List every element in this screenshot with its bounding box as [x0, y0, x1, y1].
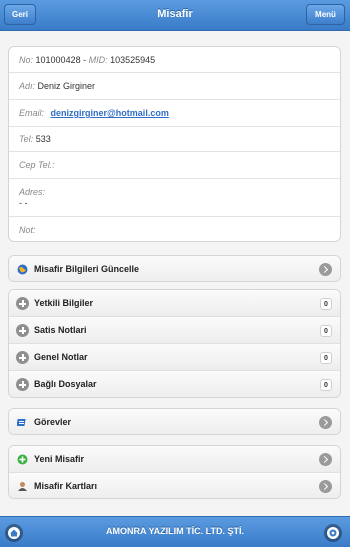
plus-icon: [16, 297, 29, 310]
name-value: Deniz Girginer: [37, 81, 96, 91]
count-badge: 0: [320, 298, 332, 310]
update-guest-label: Misafir Bilgileri Güncelle: [34, 264, 140, 274]
no-value: 101000428: [35, 55, 81, 65]
name-label: Adı:: [19, 81, 36, 91]
section-label: Satis Notlari: [34, 325, 87, 335]
mid-label: MID:: [88, 55, 108, 65]
tasks-item[interactable]: Görevler: [9, 409, 340, 434]
add-green-icon: [17, 454, 28, 465]
footer-bar: AMONRA YAZILIM TİC. LTD. ŞTİ.: [0, 516, 350, 547]
update-group: Misafir Bilgileri Güncelle: [8, 255, 341, 282]
tasks-icon: [17, 419, 26, 426]
section-item-genel[interactable]: Genel Notlar 0: [9, 344, 340, 371]
new-guest-label: Yeni Misafir: [34, 454, 85, 464]
plus-icon: [16, 324, 29, 337]
menu-button[interactable]: Menü: [306, 4, 345, 25]
update-globe-icon: [17, 264, 28, 275]
actions-group: Yeni Misafir Misafir Kartları: [8, 445, 341, 499]
section-label: Yetkili Bilgiler: [34, 298, 94, 308]
email-label: Email:: [19, 108, 45, 118]
chevron-right-icon: [319, 416, 332, 429]
update-guest-item[interactable]: Misafir Bilgileri Güncelle: [9, 256, 340, 281]
gear-icon: [327, 527, 339, 539]
plus-icon: [16, 378, 29, 391]
sections-group: Yetkili Bilgiler 0 Satis Notlari 0 Genel…: [8, 289, 341, 398]
user-icon: [18, 482, 27, 491]
guest-name-row: Adı: Deniz Girginer: [9, 73, 340, 100]
mid-value: 103525945: [110, 55, 156, 65]
chevron-right-icon: [319, 480, 332, 493]
new-guest-item[interactable]: Yeni Misafir: [9, 446, 340, 473]
section-item-dosyalar[interactable]: Bağlı Dosyalar 0: [9, 371, 340, 397]
guest-info-card: No: 101000428 - MID: 103525945 Adı: Deni…: [8, 46, 341, 242]
address-label: Adres:: [19, 187, 46, 197]
email-link[interactable]: denizgirginer@hotmail.com: [51, 108, 169, 118]
settings-button[interactable]: [324, 524, 342, 542]
page-title: Misafir: [157, 8, 193, 20]
count-badge: 0: [320, 379, 332, 391]
count-badge: 0: [320, 325, 332, 337]
count-badge: 0: [320, 352, 332, 364]
chevron-right-icon: [319, 263, 332, 276]
guest-mobile-row: Cep Tel.:: [9, 152, 340, 179]
guest-address-row: Adres: - -: [9, 179, 340, 217]
guest-number-row: No: 101000428 - MID: 103525945: [9, 47, 340, 73]
no-label: No:: [19, 55, 34, 65]
section-item-yetkili[interactable]: Yetkili Bilgiler 0: [9, 290, 340, 317]
plus-icon: [16, 351, 29, 364]
tel-label: Tel:: [19, 134, 34, 144]
section-item-satis[interactable]: Satis Notlari 0: [9, 317, 340, 344]
mobile-label: Cep Tel.:: [19, 160, 55, 170]
guest-tel-row: Tel: 533: [9, 127, 340, 152]
chevron-right-icon: [319, 453, 332, 466]
note-label: Not:: [19, 225, 36, 235]
tasks-group: Görevler: [8, 408, 341, 435]
tel-value: 533: [35, 134, 51, 144]
tasks-label: Görevler: [34, 417, 72, 427]
section-label: Bağlı Dosyalar: [34, 379, 97, 389]
footer-company: AMONRA YAZILIM TİC. LTD. ŞTİ.: [106, 526, 244, 536]
guest-note-row: Not:: [9, 217, 340, 241]
section-label: Genel Notlar: [34, 352, 88, 362]
guest-cards-label: Misafir Kartları: [34, 481, 98, 491]
address-value: - -: [19, 198, 28, 208]
guest-email-row: Email: denizgirginer@hotmail.com: [9, 100, 340, 127]
guest-cards-item[interactable]: Misafir Kartları: [9, 473, 340, 498]
header-bar: Geri Misafir Menü: [0, 0, 350, 31]
